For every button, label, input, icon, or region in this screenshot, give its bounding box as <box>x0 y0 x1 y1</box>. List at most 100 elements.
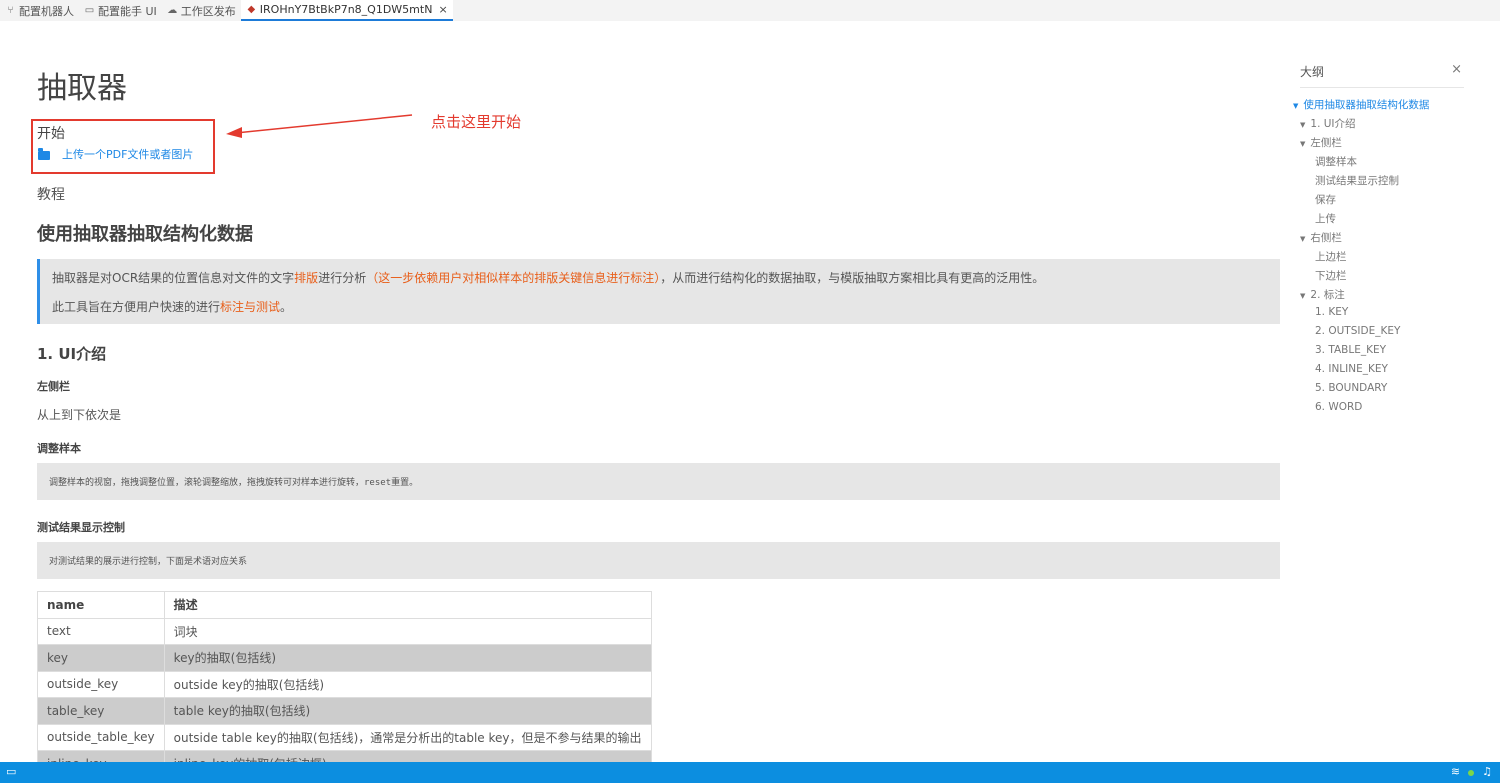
main-heading: 使用抽取器抽取结构化数据 <box>37 224 253 245</box>
outline-item-label: 2. 标注 <box>1310 289 1345 301</box>
tab-workspace-publish[interactable]: ☁ 工作区发布 <box>162 0 241 21</box>
outline-item[interactable]: 1. KEY <box>1315 306 1348 318</box>
outline-item-label: 2. OUTSIDE_KEY <box>1315 325 1401 337</box>
outline-item-label: 左侧栏 <box>1310 137 1342 149</box>
outline-item[interactable]: ▼ 2. 标注 <box>1300 287 1345 302</box>
outline-item-label: 1. KEY <box>1315 306 1349 318</box>
cell-name: key <box>37 644 165 672</box>
subheading-left-sidebar: 左侧栏 <box>37 380 70 393</box>
bell-icon[interactable]: ♫ <box>1482 765 1492 778</box>
chevron-down-icon[interactable]: ▼ <box>1300 235 1305 243</box>
table-row: text 词块 <box>37 617 652 645</box>
outline-item[interactable]: ▼ 1. UI介绍 <box>1300 116 1356 131</box>
section-heading-ui: 1. UI介绍 <box>37 345 107 363</box>
outline-item-label: 保存 <box>1315 194 1336 206</box>
annotation-arrow <box>226 114 413 138</box>
chevron-down-icon[interactable]: ▼ <box>1300 292 1305 300</box>
chevron-down-icon[interactable]: ▼ <box>1293 102 1298 110</box>
table-row: table_key table key的抽取(包括线) <box>37 697 652 725</box>
outline-title: 大纲 <box>1300 65 1325 79</box>
outline-item[interactable]: 保存 <box>1315 192 1336 207</box>
outline-header: 大纲 × <box>1300 62 1464 88</box>
chevron-down-icon[interactable]: ▼ <box>1300 121 1305 129</box>
upload-link-label: 上传一个PDF文件或者图片 <box>62 148 194 161</box>
outline-item[interactable]: 5. BOUNDARY <box>1315 382 1387 394</box>
outline-item-label: 6. WORD <box>1315 401 1363 413</box>
tab-bar: ⑂ 配置机器人 ▭ 配置能手 UI ☁ 工作区发布 ◆ IROHnY7BtBkP… <box>0 0 1500 21</box>
outline-item-label: 1. UI介绍 <box>1310 118 1356 130</box>
outline-item[interactable]: 4. INLINE_KEY <box>1315 363 1388 375</box>
left-sidebar-desc: 从上到下依次是 <box>37 408 122 422</box>
outline-item-label: 测试结果显示控制 <box>1315 175 1399 187</box>
table-row: key key的抽取(包括线) <box>37 644 652 672</box>
start-label: 开始 <box>37 126 65 142</box>
outline-item[interactable]: 6. WORD <box>1315 401 1362 413</box>
quote-line-2: 此工具旨在方便用户快速的进行标注与测试。 <box>52 300 293 314</box>
outline-item[interactable]: 测试结果显示控制 <box>1315 173 1399 188</box>
page-title: 抽取器 <box>37 71 127 106</box>
tab-config-robot[interactable]: ⑂ 配置机器人 <box>0 0 79 21</box>
close-icon[interactable]: × <box>1451 62 1462 77</box>
code-block-adjust-sample: 调整样本的视窗，拖拽调整位置，滚轮调整缩放，拖拽旋转可对样本进行旋转，reset… <box>37 463 1280 500</box>
table-header-row: name 描述 <box>37 591 652 619</box>
monitor-icon[interactable]: ▭ <box>6 765 16 778</box>
cell-desc: table key的抽取(包括线) <box>163 697 652 725</box>
document-view: 抽取器 开始 上传一个PDF文件或者图片 点击这里开始 教程 使用抽取器抽取结构… <box>0 21 1290 762</box>
outline-item[interactable]: 调整样本 <box>1315 154 1357 169</box>
tab-config-ui[interactable]: ▭ 配置能手 UI <box>79 0 162 21</box>
wifi-icon[interactable]: ≋ <box>1451 765 1460 778</box>
annotation-text: 点击这里开始 <box>431 113 522 131</box>
upload-link[interactable]: 上传一个PDF文件或者图片 <box>38 146 193 162</box>
cell-name: outside_key <box>37 670 165 698</box>
subheading-test-display: 测试结果显示控制 <box>37 521 125 534</box>
outline-item-label: 上边栏 <box>1315 251 1347 263</box>
tab-label: 配置能手 UI <box>98 4 157 18</box>
column-header: 描述 <box>163 591 652 619</box>
chevron-down-icon[interactable]: ▼ <box>1300 140 1305 148</box>
cell-desc: key的抽取(包括线) <box>163 644 652 672</box>
layout-icon: ▭ <box>84 5 95 16</box>
outline-item-label: 3. TABLE_KEY <box>1315 344 1387 356</box>
term-table: name 描述 text 词块 key key的抽取(包括线) outside_… <box>37 591 652 762</box>
tab-label: 工作区发布 <box>180 4 236 18</box>
outline-item[interactable]: ▼ 右侧栏 <box>1300 230 1342 245</box>
outline-item-label: 4. INLINE_KEY <box>1315 363 1388 375</box>
tab-document[interactable]: ◆ IROHnY7BtBkP7n8_Q1DW5mtN × <box>240 0 453 21</box>
outline-item-label: 调整样本 <box>1315 156 1357 168</box>
subheading-adjust-sample: 调整样本 <box>37 442 81 455</box>
cloud-icon: ☁ <box>167 5 178 16</box>
cell-desc: outside key的抽取(包括线) <box>163 670 652 698</box>
outline-item-label: 使用抽取器抽取结构化数据 <box>1303 99 1430 111</box>
status-right: ≋ ♫ <box>1451 765 1492 778</box>
outline-item[interactable]: ▼ 使用抽取器抽取结构化数据 <box>1293 97 1429 112</box>
tab-label: IROHnY7BtBkP7n8_Q1DW5mtN <box>259 3 433 16</box>
intro-blockquote: 抽取器是对OCR结果的位置信息对文件的文字排版进行分析（这一步依赖用户对相似样本… <box>37 259 1280 324</box>
quote-line-1: 抽取器是对OCR结果的位置信息对文件的文字排版进行分析（这一步依赖用户对相似样本… <box>52 271 1045 285</box>
status-bar: ▭ ≋ ♫ <box>0 762 1500 783</box>
outline-item-label: 下边栏 <box>1315 270 1347 282</box>
outline-item-label: 5. BOUNDARY <box>1315 382 1388 394</box>
outline-item[interactable]: 下边栏 <box>1315 268 1347 283</box>
outline-item[interactable]: 3. TABLE_KEY <box>1315 344 1386 356</box>
tab-label: 配置机器人 <box>19 4 74 18</box>
cell-name: table_key <box>37 697 165 725</box>
layers-icon: ◆ <box>247 4 256 15</box>
code-block-test-display: 对测试结果的展示进行控制，下面是术语对应关系 <box>37 542 1280 579</box>
outline-item-label: 右侧栏 <box>1310 232 1342 244</box>
close-icon[interactable]: × <box>438 3 447 16</box>
outline-item[interactable]: 2. OUTSIDE_KEY <box>1315 325 1400 337</box>
table-row: inline_key inline_key的抽取(包括边框) <box>37 750 652 762</box>
tutorial-label: 教程 <box>37 187 65 203</box>
cell-desc: 词块 <box>163 617 652 645</box>
cell-desc: inline_key的抽取(包括边框) <box>163 750 652 762</box>
outline-item[interactable]: ▼ 左侧栏 <box>1300 135 1342 150</box>
outline-item-label: 上传 <box>1315 213 1336 225</box>
column-header: name <box>37 591 165 619</box>
outline-item[interactable]: 上边栏 <box>1315 249 1347 264</box>
outline-panel: 大纲 × ▼ 使用抽取器抽取结构化数据 ▼ 1. UI介绍 ▼ 左侧栏调整样本测试结果显示… <box>1290 21 1500 762</box>
status-dot <box>1468 770 1475 776</box>
cell-name: text <box>37 617 165 645</box>
git-branch-icon: ⑂ <box>7 5 14 16</box>
folder-icon <box>38 147 50 160</box>
outline-item[interactable]: 上传 <box>1315 211 1336 226</box>
